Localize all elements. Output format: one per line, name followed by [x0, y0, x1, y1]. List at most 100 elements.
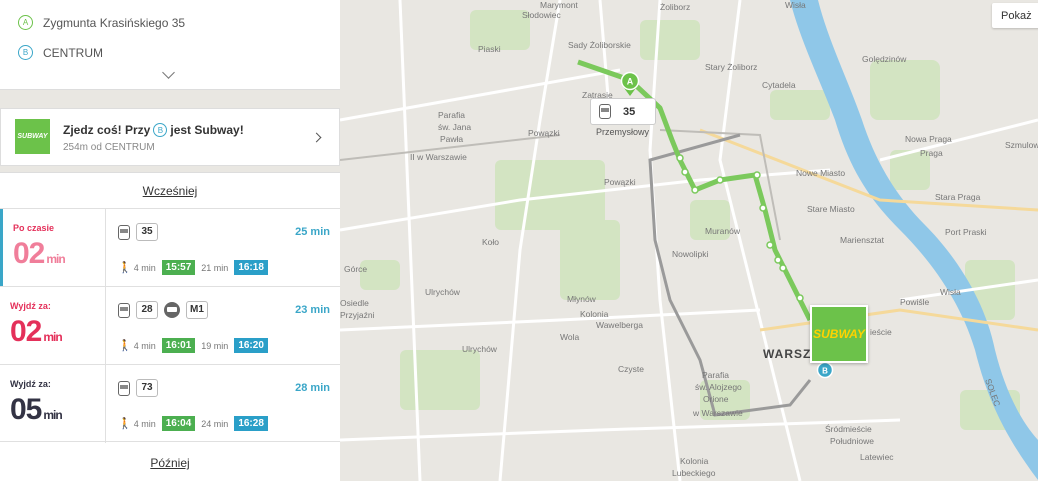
- map-label: Koło: [482, 237, 499, 247]
- map-label-city: WARSZ: [763, 347, 811, 361]
- trip-countdown: Wyjdź za: 02 min: [0, 287, 106, 365]
- trip-status: Po czasie: [13, 223, 55, 233]
- map-label: Przyjaźni: [340, 310, 375, 320]
- map-stop-bubble[interactable]: 35: [590, 98, 656, 125]
- depart-time: 15:57: [161, 260, 196, 275]
- map-label: Nowolipki: [672, 249, 708, 259]
- ride-time: 19 min: [201, 340, 229, 351]
- map-label: Ulrychów: [425, 287, 461, 297]
- promo-title-before: Zjedz coś! Przy: [63, 123, 151, 137]
- map-label: Wawelberga: [596, 320, 643, 330]
- promo-title: Zjedz coś! Przy B jest Subway!: [63, 123, 244, 137]
- map-label: Czyste: [618, 364, 644, 374]
- map-label: Wisła: [940, 287, 961, 297]
- map-label: Parafia: [438, 110, 465, 120]
- chevron-down-icon[interactable]: [162, 66, 175, 79]
- subway-logo: SUBWAY: [15, 119, 50, 154]
- map-label: Słodowiec: [522, 10, 561, 20]
- trip-option[interactable]: Wyjdź za: 05 min 73 28 min 🚶 4 min 16:04 …: [0, 364, 340, 443]
- directions-panel: A Zygmunta Krasińskiego 35 B CENTRUM SUB…: [0, 0, 340, 481]
- tram-icon: [118, 224, 130, 240]
- depart-time: 16:01: [161, 338, 196, 353]
- destination-marker-icon: B: [18, 45, 33, 60]
- map-label: Lubeckiego: [672, 468, 716, 478]
- walk-icon: 🚶: [118, 418, 132, 430]
- arrive-time: 16:20: [234, 338, 268, 353]
- trip-option[interactable]: Wyjdź za: 02 min 28 M1 23 min 🚶 4 min 16:…: [0, 286, 340, 365]
- map-label: Powązki: [528, 128, 560, 138]
- earlier-link[interactable]: Wcześniej: [0, 184, 340, 198]
- later-link[interactable]: Później: [0, 456, 340, 470]
- map-label: Sady Żoliborskie: [568, 40, 631, 50]
- walk-icon: 🚶: [118, 262, 132, 274]
- tram-icon: [599, 104, 611, 119]
- map-label: Praga: [920, 148, 943, 158]
- map-label: Kolonia: [680, 456, 709, 466]
- marker-b[interactable]: B: [816, 361, 834, 379]
- promo-title-after: jest Subway!: [170, 123, 244, 137]
- trip-minutes: 05 min: [10, 393, 63, 427]
- destination-marker-icon: B: [153, 123, 168, 137]
- metro-icon: [164, 302, 180, 318]
- trip-times: 🚶 4 min 16:01 19 min 16:20: [118, 338, 268, 353]
- trip-lines: 28 M1: [118, 301, 214, 319]
- results-list: Wcześniej Po czasie 02 min 35 25 min 🚶 4 …: [0, 172, 340, 481]
- route-box: A Zygmunta Krasińskiego 35 B CENTRUM: [0, 0, 340, 90]
- minutes-unit: min: [43, 408, 62, 422]
- map-label: Cytadela: [762, 80, 796, 90]
- ride-time: 24 min: [201, 418, 229, 429]
- map-label: Piaski: [478, 44, 501, 54]
- trip-lines: 73: [118, 379, 164, 397]
- map-label: Mariensztat: [840, 235, 885, 245]
- map-label: Powązki: [604, 177, 636, 187]
- trip-countdown: Po czasie 02 min: [0, 209, 106, 287]
- map-label: Górce: [344, 264, 367, 274]
- map-label: Latewiec: [860, 452, 894, 462]
- promo-subtitle: 254m od CENTRUM: [63, 142, 155, 153]
- depart-time: 16:04: [161, 416, 196, 431]
- walk-time: 4 min: [133, 418, 156, 429]
- chevron-right-icon: [311, 132, 322, 143]
- trip-lines: 35: [118, 223, 164, 241]
- minutes-value: 05: [10, 393, 42, 426]
- trip-duration: 23 min: [295, 304, 330, 316]
- trip-duration: 25 min: [295, 226, 330, 238]
- trip-status: Wyjdź za:: [10, 301, 51, 311]
- map-label: Osiedle: [340, 298, 369, 308]
- map-label: Nowe Miasto: [796, 168, 845, 178]
- arrive-time: 16:28: [234, 416, 268, 431]
- map-label: Żoliborz: [660, 2, 690, 12]
- map-label: Wola: [560, 332, 579, 342]
- map-stop-line: 35: [623, 105, 636, 118]
- trip-duration: 28 min: [295, 382, 330, 394]
- map-label: Orione: [703, 394, 729, 404]
- line-badge: M1: [186, 301, 208, 319]
- map-label: św. Jana: [438, 122, 471, 132]
- line-badge: 35: [136, 223, 158, 241]
- minutes-unit: min: [43, 330, 62, 344]
- minutes-value: 02: [10, 315, 42, 348]
- trip-times: 🚶 4 min 16:04 24 min 16:28: [118, 416, 268, 431]
- map-stop-name: Przemysłowy: [596, 127, 650, 137]
- destination-row[interactable]: B CENTRUM: [18, 45, 103, 60]
- marker-b-label: B: [822, 367, 828, 376]
- map-label: Śródmieście: [825, 423, 872, 434]
- map-label: Port Praski: [945, 227, 987, 237]
- minutes-unit: min: [46, 252, 65, 266]
- trip-option[interactable]: Po czasie 02 min 35 25 min 🚶 4 min 15:57 …: [0, 208, 340, 287]
- origin-row[interactable]: A Zygmunta Krasińskiego 35: [18, 15, 185, 30]
- map-label: Muranów: [705, 226, 741, 236]
- map-label: Parafia: [702, 370, 729, 380]
- map-label: Pawła: [440, 134, 463, 144]
- show-button[interactable]: Pokaż: [992, 3, 1038, 28]
- trip-times: 🚶 4 min 15:57 21 min 16:18: [118, 260, 268, 275]
- map-subway-marker[interactable]: SUBWAY: [810, 305, 868, 363]
- walk-icon: 🚶: [118, 340, 132, 352]
- subway-logo: SUBWAY: [813, 327, 865, 341]
- promo-banner[interactable]: SUBWAY Zjedz coś! Przy B jest Subway! 25…: [0, 108, 340, 166]
- map-label: Szmulow: [1005, 140, 1038, 150]
- tram-icon: [118, 380, 130, 396]
- map-label: Stary Żoliborz: [705, 62, 757, 72]
- line-badge: 73: [136, 379, 158, 397]
- origin-marker-icon: A: [18, 15, 33, 30]
